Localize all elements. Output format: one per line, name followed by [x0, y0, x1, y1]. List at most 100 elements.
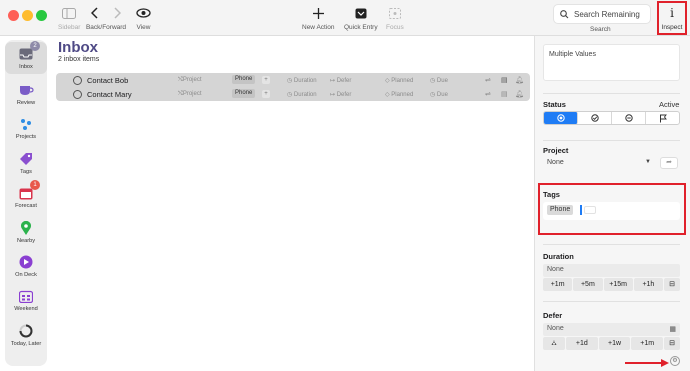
- clear-icon: ⊟: [669, 281, 675, 288]
- duration-add-1h-button[interactable]: +1h: [633, 278, 663, 291]
- project-field[interactable]: ⤭Project: [178, 77, 202, 84]
- sidebar-item-label: Projects: [15, 134, 37, 140]
- quick-entry-button[interactable]: Quick Entry: [344, 3, 378, 31]
- tags-heading: Tags: [543, 190, 560, 199]
- list-item[interactable]: Contact Mary ⤭Project Phone + ◷ Duration…: [56, 87, 530, 101]
- tag-pill[interactable]: Phone: [232, 75, 256, 84]
- notification-icon[interactable]: 🔔︎: [515, 90, 524, 98]
- sidebar-item-today-later[interactable]: Today, Later: [5, 323, 47, 347]
- sunrise-icon: ⛼: [551, 340, 557, 347]
- note-placeholder: Multiple Values: [549, 51, 596, 58]
- sidebar-toggle-button[interactable]: Sidebar: [58, 3, 80, 31]
- sidebar-item-inbox[interactable]: 2 Inbox: [5, 41, 47, 74]
- project-field[interactable]: ⤭Project: [178, 91, 202, 98]
- add-tag-button[interactable]: +: [262, 90, 270, 98]
- repeat-icon[interactable]: ⇌: [485, 90, 491, 98]
- list-item[interactable]: Contact Bob ⤭Project Phone + ◷ Duration …: [56, 73, 530, 87]
- status-flag-segment[interactable]: [646, 112, 679, 124]
- sidebar-item-review[interactable]: Review: [5, 82, 47, 106]
- focus-button[interactable]: Focus: [386, 3, 404, 31]
- inspect-label: Inspect: [661, 24, 683, 31]
- plus-icon: [312, 3, 324, 23]
- sidebar-item-forecast[interactable]: 1 Forecast: [5, 180, 47, 209]
- inspect-button[interactable]: i Inspect: [657, 1, 687, 35]
- sidebar-item-nearby[interactable]: Nearby: [5, 220, 47, 244]
- status-segmented-control: [543, 111, 680, 125]
- sidebar-item-weekend[interactable]: Weekend: [5, 288, 47, 312]
- defer-add-1w-button[interactable]: +1w: [598, 337, 631, 350]
- defer-field[interactable]: ↦ Defer: [330, 77, 351, 84]
- repeat-icon[interactable]: ⇌: [485, 76, 491, 84]
- tag-pill[interactable]: Phone: [232, 89, 256, 98]
- inbox-list: Contact Bob ⤭Project Phone + ◷ Duration …: [56, 73, 530, 101]
- sidebar-item-projects[interactable]: Projects: [5, 116, 47, 140]
- status-completed-segment[interactable]: [578, 112, 612, 124]
- defer-field[interactable]: ↦ Defer: [330, 91, 351, 98]
- due-field[interactable]: ◷ Due: [430, 77, 448, 84]
- duration-add-15m-button[interactable]: +15m: [603, 278, 633, 291]
- calendar-picker-icon[interactable]: ▦: [669, 325, 676, 333]
- info-icon: i: [670, 6, 674, 20]
- note-icon[interactable]: ▤: [501, 76, 508, 84]
- notification-icon[interactable]: 🔔︎: [515, 76, 524, 84]
- quick-entry-label: Quick Entry: [344, 24, 378, 31]
- defer-heading: Defer: [543, 311, 563, 320]
- clear-icon: ⊟: [669, 340, 675, 347]
- duration-quick-buttons: +1m +5m +15m +1h ⊟: [543, 278, 680, 291]
- focus-icon: [388, 3, 401, 23]
- duration-value: None: [547, 266, 564, 273]
- project-select[interactable]: None ▼: [543, 157, 654, 169]
- item-title[interactable]: Contact Mary: [87, 90, 132, 99]
- close-window-button[interactable]: [8, 10, 19, 21]
- tags-field[interactable]: Phone: [543, 202, 680, 220]
- status-dropped-segment[interactable]: [612, 112, 646, 124]
- planned-field[interactable]: ◇ Planned: [385, 77, 413, 84]
- due-field[interactable]: ◷ Due: [430, 91, 448, 98]
- chevron-left-icon[interactable]: [91, 7, 99, 19]
- completion-checkbox[interactable]: [73, 90, 82, 99]
- minimize-window-button[interactable]: [22, 10, 33, 21]
- view-label: View: [136, 24, 151, 31]
- status-active-segment[interactable]: [544, 112, 578, 124]
- go-to-project-button[interactable]: ➦: [660, 157, 678, 169]
- planned-field[interactable]: ◇ Planned: [385, 91, 413, 98]
- duration-field[interactable]: ◷ Duration: [287, 91, 317, 98]
- tag-token-placeholder: [584, 206, 596, 214]
- note-icon[interactable]: ▤: [501, 90, 508, 98]
- defer-add-1m-button[interactable]: +1m: [631, 337, 664, 350]
- completion-checkbox[interactable]: [73, 76, 82, 85]
- active-status-icon: [556, 114, 565, 122]
- checkmark-circle-icon: [590, 114, 599, 122]
- zoom-window-button[interactable]: [36, 10, 47, 21]
- duration-add-1m-button[interactable]: +1m: [543, 278, 573, 291]
- defer-add-1d-button[interactable]: +1d: [566, 337, 598, 350]
- new-action-button[interactable]: New Action: [302, 3, 335, 31]
- back-forward-label: Back/Forward: [85, 24, 127, 31]
- item-title[interactable]: Contact Bob: [87, 76, 128, 85]
- duration-field[interactable]: None: [543, 264, 680, 277]
- defer-today-button[interactable]: ⛼: [543, 337, 565, 350]
- project-select-value: None: [547, 159, 564, 166]
- chevron-down-icon: ▼: [645, 159, 651, 165]
- note-field[interactable]: Multiple Values: [543, 44, 680, 81]
- sidebar-item-tags[interactable]: Tags: [5, 151, 47, 175]
- defer-date-field[interactable]: None ▦: [543, 323, 680, 336]
- sidebar-item-on-deck[interactable]: On Deck: [5, 254, 47, 278]
- add-tag-button[interactable]: +: [262, 76, 270, 84]
- view-button[interactable]: View: [136, 3, 151, 31]
- sidebar-item-label: On Deck: [15, 272, 37, 278]
- chevron-right-icon[interactable]: [113, 7, 121, 19]
- search-field[interactable]: Search Remaining: [553, 4, 651, 24]
- divider: [543, 93, 680, 94]
- settings-gear-icon[interactable]: ⚙: [670, 356, 680, 366]
- tag-pill[interactable]: Phone: [547, 205, 574, 215]
- duration-field[interactable]: ◷ Duration: [287, 77, 317, 84]
- back-forward-control[interactable]: Back/Forward: [86, 3, 126, 31]
- duration-add-5m-button[interactable]: +5m: [573, 278, 603, 291]
- due-icon: ◷: [430, 92, 437, 98]
- toolbar: Sidebar Back/Forward View New Action Qui…: [0, 0, 690, 36]
- defer-clear-button[interactable]: ⊟: [664, 337, 681, 350]
- flag-icon: [659, 114, 667, 122]
- duration-clear-button[interactable]: ⊟: [664, 278, 680, 291]
- text-caret: [580, 205, 582, 215]
